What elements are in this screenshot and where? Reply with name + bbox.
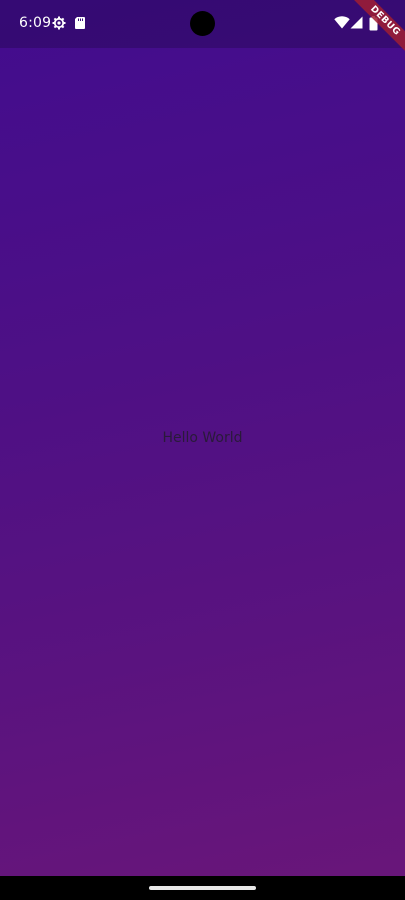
app-screen: 6:09 DEBUG Hello World xyxy=(0,0,405,900)
navigation-bar xyxy=(0,876,405,900)
content-area: Hello World xyxy=(0,48,405,876)
wifi-icon xyxy=(334,16,350,34)
hello-text: Hello World xyxy=(162,430,243,446)
sd-card-icon xyxy=(74,16,88,30)
home-indicator[interactable] xyxy=(149,886,256,890)
status-bar: 6:09 DEBUG xyxy=(0,0,405,60)
signal-icon xyxy=(350,16,363,34)
status-time: 6:09 xyxy=(19,15,52,31)
camera-cutout xyxy=(190,11,215,36)
settings-icon xyxy=(52,16,66,30)
